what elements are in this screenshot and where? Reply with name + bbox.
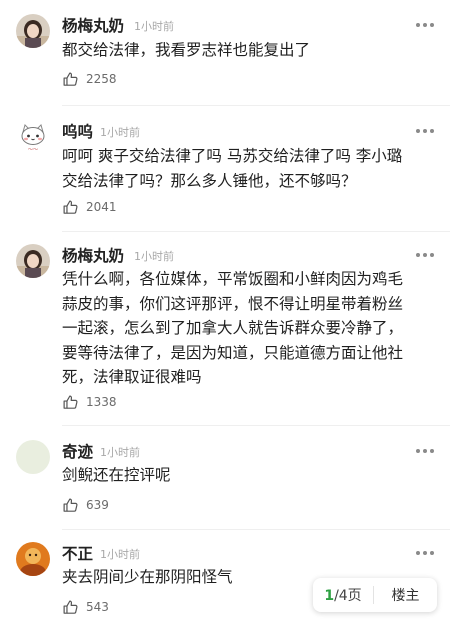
comment-item: 奇迹 1小时前 剑鲵还在控评呢 639 (0, 428, 450, 532)
comment-time: 1小时前 (134, 20, 174, 33)
comment-text: 凭什么啊，各位媒体，平常饭圈和小鲜肉因为鸡毛 蒜皮的事，你们这评那评，恨不得让明… (62, 270, 404, 386)
like-button[interactable]: 1338 (62, 393, 117, 411)
like-count: 1338 (86, 395, 117, 409)
page-indicator-button[interactable]: 1/4页 (313, 585, 373, 605)
comment-time: 1小时前 (100, 446, 140, 459)
thumbs-up-icon (63, 600, 78, 614)
comment-item: 杨梅丸奶 1小时前 凭什么啊，各位媒体，平常饭圈和小鲜肉因为鸡毛 蒜皮的事，你们… (0, 232, 450, 428)
more-options-icon[interactable] (416, 550, 434, 556)
avatar[interactable] (16, 542, 50, 576)
like-button[interactable]: 639 (62, 496, 109, 514)
page-switcher: 1/4页 楼主 (313, 578, 437, 612)
like-count: 543 (86, 600, 109, 614)
comment-text: 剑鲵还在控评呢 (62, 466, 171, 484)
comment-text: 都交给法律，我看罗志祥也能复出了 (62, 41, 311, 59)
like-button[interactable]: 2258 (62, 70, 117, 88)
commenter-name[interactable]: 呜呜 (62, 120, 93, 142)
comment-time: 1小时前 (100, 126, 140, 139)
comment-text: 呵呵 爽子交给法律了吗 马苏交给法律了吗 李小璐 交给法律了吗？那么多人锤他，还… (62, 147, 403, 190)
more-options-icon[interactable] (416, 448, 434, 454)
divider (62, 425, 450, 426)
thumbs-up-icon (63, 72, 78, 86)
comment-item: 〜〜 呜呜 1小时前 呵呵 爽子交给法律了吗 马苏交给法律了吗 李小璐 交给法律… (0, 106, 450, 232)
total-pages: /4页 (334, 588, 362, 604)
current-page: 1 (324, 588, 335, 604)
commenter-name[interactable]: 杨梅丸奶 (62, 244, 124, 266)
more-options-icon[interactable] (416, 128, 434, 134)
commenter-name[interactable]: 不正 (62, 542, 93, 564)
more-options-icon[interactable] (416, 22, 434, 28)
comment-time: 1小时前 (134, 250, 174, 263)
commenter-name[interactable]: 奇迹 (62, 440, 93, 462)
like-count: 2041 (86, 200, 117, 214)
like-button[interactable]: 2041 (62, 198, 117, 216)
more-options-icon[interactable] (416, 252, 434, 258)
like-button[interactable]: 543 (62, 598, 109, 616)
thumbs-up-icon (63, 200, 78, 214)
avatar[interactable]: 〜〜 (16, 120, 50, 154)
commenter-name[interactable]: 杨梅丸奶 (62, 14, 124, 36)
avatar[interactable] (16, 14, 50, 48)
thumbs-up-icon (63, 498, 78, 512)
comment-item: 杨梅丸奶 1小时前 都交给法律，我看罗志祥也能复出了 2258 (0, 0, 450, 106)
svg-text:〜〜: 〜〜 (28, 147, 38, 153)
host-only-button[interactable]: 楼主 (374, 585, 437, 605)
thumbs-up-icon (63, 395, 78, 409)
like-count: 639 (86, 498, 109, 512)
avatar[interactable] (16, 244, 50, 278)
like-count: 2258 (86, 72, 117, 86)
comment-time: 1小时前 (100, 548, 140, 561)
avatar[interactable] (16, 440, 50, 474)
